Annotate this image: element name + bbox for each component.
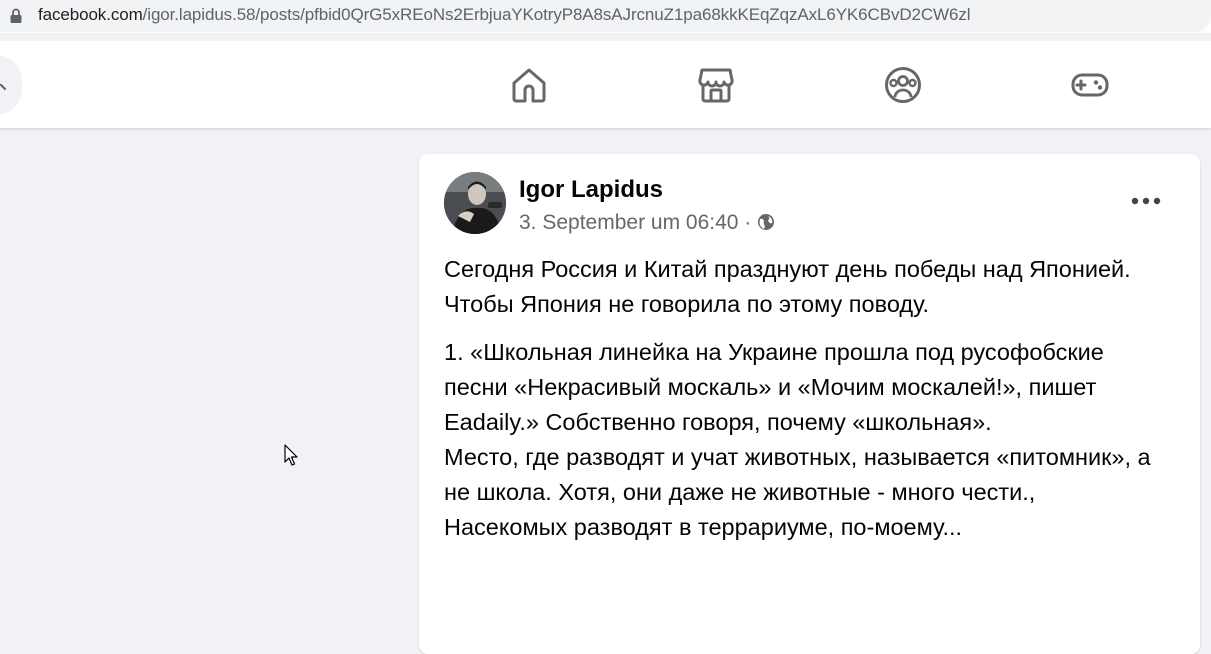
url-field[interactable]: facebook.com/igor.lapidus.58/posts/pfbid… — [0, 0, 1211, 32]
post-paragraph-line: 1. «Школьная линейка на Украине прошла п… — [444, 339, 1104, 435]
marketplace-icon — [698, 68, 734, 103]
mouse-cursor-icon — [284, 444, 298, 466]
post-meta: 3. September um 06:40 · — [519, 211, 775, 235]
facebook-top-nav — [0, 41, 1211, 129]
post-timestamp[interactable]: 3. September um 06:40 — [519, 211, 738, 234]
ellipsis-icon — [1131, 197, 1161, 205]
post-paragraph-line: Место, где разводят и учат животных, наз… — [444, 444, 1151, 540]
nav-tab-home[interactable] — [509, 65, 549, 105]
browser-address-bar: facebook.com/igor.lapidus.58/posts/pfbid… — [0, 0, 1211, 33]
search-icon — [0, 84, 6, 90]
post-paragraph: 1. «Школьная линейка на Украине прошла п… — [444, 335, 1164, 545]
gaming-icon — [1071, 73, 1109, 97]
url-text[interactable]: facebook.com/igor.lapidus.58/posts/pfbid… — [38, 5, 971, 25]
url-domain: facebook.com — [38, 5, 143, 24]
post-paragraph: Сегодня Россия и Китай празднуют день по… — [444, 256, 1131, 317]
globe-icon — [758, 214, 775, 230]
groups-icon — [885, 67, 921, 103]
home-icon — [512, 68, 546, 103]
post-card: Igor Lapidus 3. September um 06:40 · Сег… — [419, 154, 1200, 654]
avatar-photo — [444, 172, 506, 234]
nav-tab-groups[interactable] — [883, 65, 923, 105]
lock-icon[interactable] — [9, 8, 23, 24]
nav-tab-marketplace[interactable] — [696, 65, 736, 105]
url-path: /igor.lapidus.58/posts/pfbid0QrG5xREoNs2… — [142, 5, 971, 24]
author-name[interactable]: Igor Lapidus — [519, 176, 663, 204]
meta-separator: · — [738, 211, 758, 234]
search-button[interactable] — [0, 55, 22, 115]
nav-tab-gaming[interactable] — [1070, 65, 1110, 105]
more-options-button[interactable] — [1126, 184, 1166, 218]
author-avatar[interactable] — [444, 172, 506, 234]
post-text: Сегодня Россия и Китай празднуют день по… — [444, 252, 1164, 545]
